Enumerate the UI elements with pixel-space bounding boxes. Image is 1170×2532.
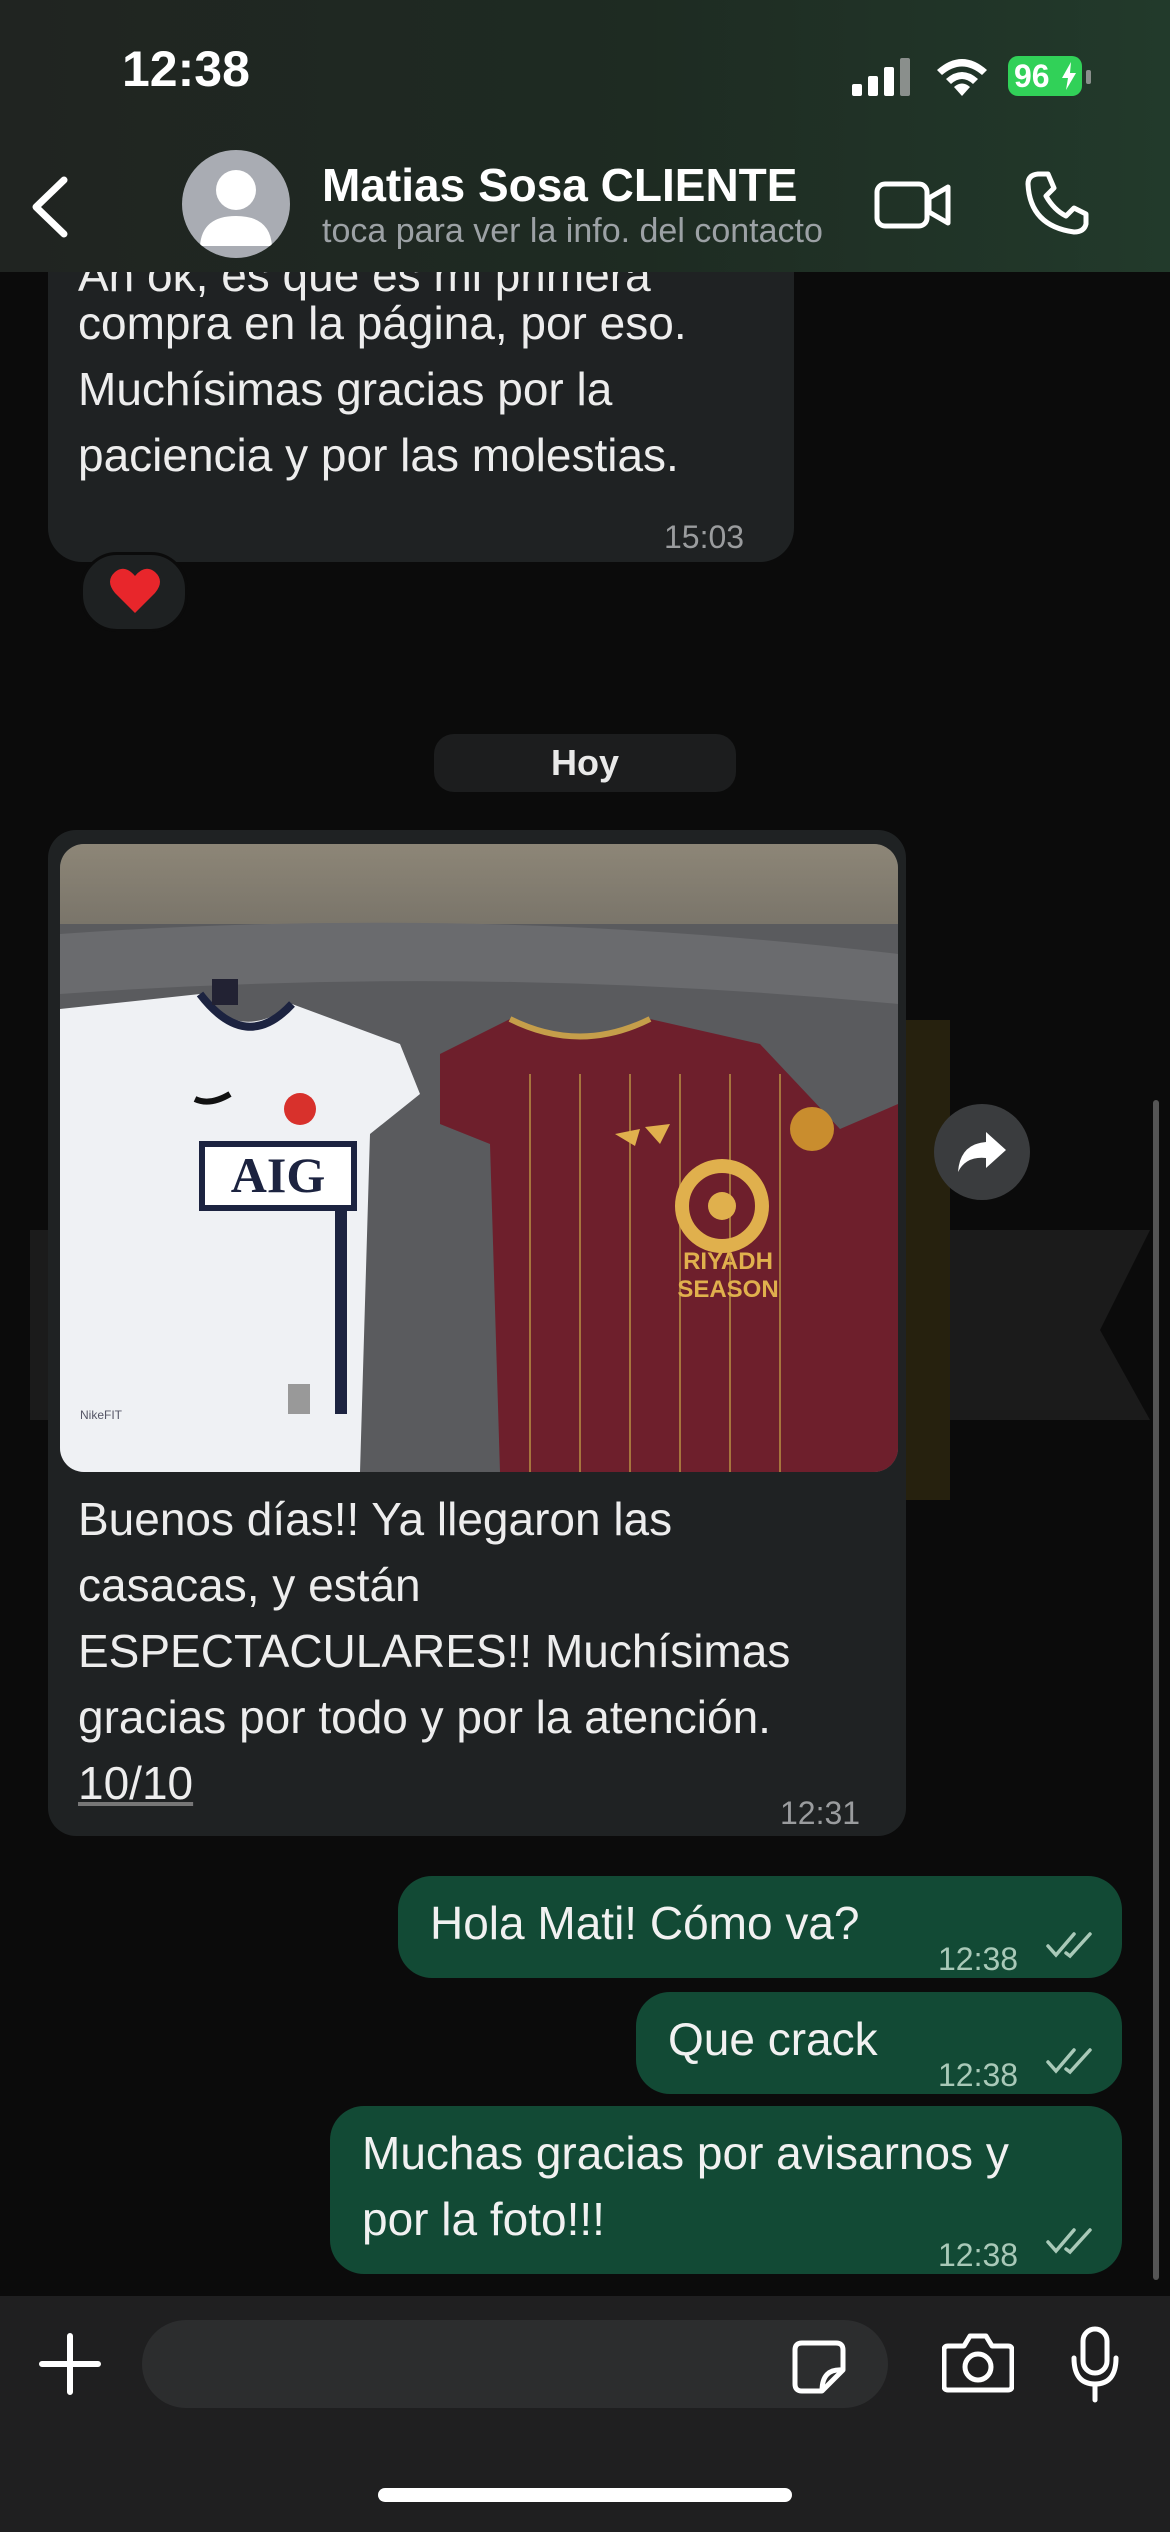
wifi-icon [937,59,987,96]
message-time: 12:38 [938,2057,1019,2093]
message-time: 12:38 [938,2237,1019,2273]
status-time: 12:38 [122,41,250,97]
contact-name[interactable]: Matias Sosa CLIENTE [322,158,797,212]
charging-bolt-icon [1062,62,1076,90]
message-line: Muchas gracias por avisarnos y [362,2127,1009,2179]
right-shirt-sponsor-1: RIYADH [683,1248,773,1275]
right-shirt-sponsor-2: SEASON [677,1276,778,1303]
forward-button[interactable] [934,1104,1030,1200]
camera-icon[interactable] [942,2332,1014,2394]
phone-icon[interactable] [1024,170,1090,236]
battery-tip [1086,70,1091,84]
message-reaction[interactable] [80,552,188,632]
double-check-icon [1046,2048,1092,2075]
heart-icon [110,568,160,613]
message-line: ESPECTACULARES!! Muchísimas [78,1625,791,1677]
sticker-icon[interactable] [792,2340,846,2394]
message-line: Muchísimas gracias por la [78,363,613,415]
message-line: Buenos días!! Ya llegaron las [78,1493,673,1545]
message-time: 15:03 [664,519,745,555]
message-line: compra en la página, por eso. [78,297,687,349]
message-line: gracias por todo y por la atención. [78,1691,771,1743]
shared-photo[interactable]: AIG NikeFIT RIYADH SEASON [60,844,898,1472]
double-check-icon [1046,2228,1092,2255]
photo-jerseys: AIG NikeFIT RIYADH SEASON [60,844,898,1472]
mic-icon[interactable] [1070,2326,1120,2404]
date-separator: Hoy [434,734,736,792]
battery-level: 96 [1014,58,1050,94]
message-text: Que crack [668,2013,878,2065]
video-call-icon[interactable] [874,176,952,234]
message-link[interactable]: 10/10 [78,1750,790,1816]
message-line: por la foto!!! [362,2193,605,2245]
message-input[interactable] [142,2320,888,2408]
contact-info-hint[interactable]: toca para ver la info. del contacto [322,212,846,251]
double-check-icon [1046,1932,1092,1959]
photo-text-block: Buenos días!! Ya llegaron las casacas, y… [78,1486,790,1816]
home-indicator[interactable] [378,2488,792,2502]
cellular-signal-icon [852,58,910,96]
battery-indicator: 96 [1008,56,1082,96]
message-text: Hola Mati! Cómo va? [430,1897,860,1949]
left-shirt-sponsor: AIG [231,1147,325,1203]
back-icon[interactable] [22,172,78,242]
message-bubble-outgoing[interactable]: Hola Mati! Cómo va? 12:38 [398,1876,1122,1978]
message-time: 12:31 [780,1795,861,1831]
scrollbar[interactable] [1153,1100,1159,2280]
left-shirt-tag: NikeFIT [80,1408,123,1422]
forward-icon [958,1132,1006,1172]
message-bubble-outgoing[interactable]: Que crack 12:38 [636,1992,1122,2094]
plus-icon[interactable] [38,2332,102,2396]
chat-header: 12:38 96 Matias Sosa CLIENTE toca para v… [0,0,1170,272]
message-line: paciencia y por las molestias. [78,429,679,481]
message-line: casacas, y están [78,1559,421,1611]
message-bubble-outgoing[interactable]: Muchas gracias por avisarnos y por la fo… [330,2106,1122,2274]
message-time: 12:38 [938,1941,1019,1977]
avatar-person-icon [200,170,272,246]
contact-avatar[interactable] [182,150,290,258]
